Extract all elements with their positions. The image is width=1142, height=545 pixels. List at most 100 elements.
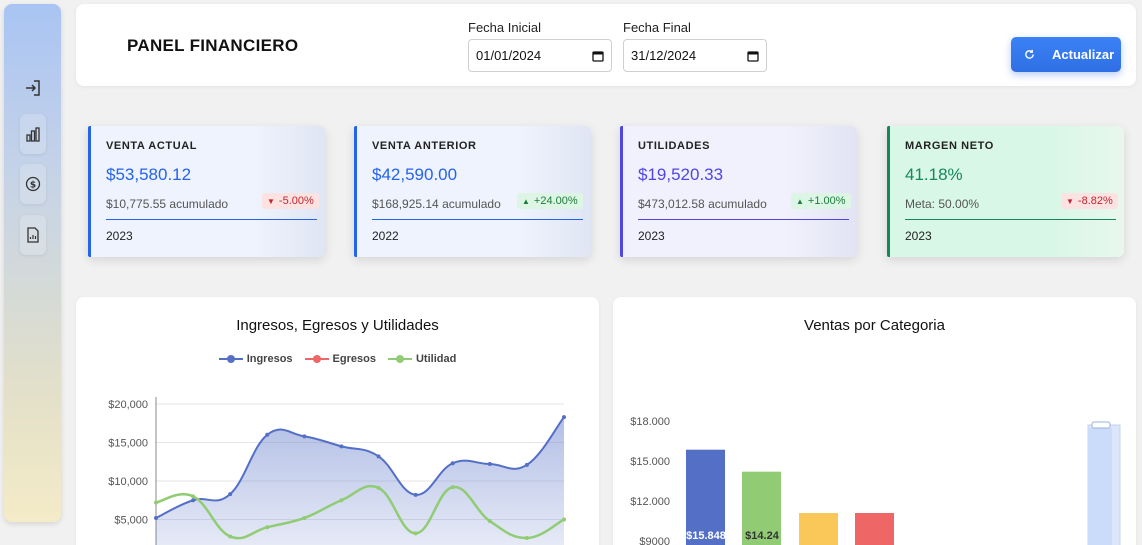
y-tick-label: $5,000 [114,515,148,527]
kpi-divider [106,219,317,220]
kpi-year: 2023 [638,229,665,243]
data-point-ingresos[interactable] [376,454,381,459]
kpi-divider [638,219,849,220]
kpi-value: $42,590.00 [372,165,458,184]
start-date-value: 01/01/2024 [476,48,542,63]
zoom-slider-fill [1088,428,1112,545]
data-point-ingresos[interactable] [154,515,158,520]
data-point-utilidad[interactable] [487,519,492,524]
sidebar-item-login[interactable] [20,68,46,108]
bar[interactable] [799,513,838,545]
kpi-title: VENTA ACTUAL [106,140,198,152]
data-point-ingresos[interactable] [265,432,270,437]
data-point-utilidad[interactable] [302,515,307,520]
y-tick-label: $12.000 [630,496,670,508]
kpi-badge-value: -5.00% [278,195,314,207]
kpi-title: UTILIDADES [638,140,710,152]
sidebar-item-finance[interactable]: $ [20,164,46,204]
login-icon [26,80,40,96]
zoom-handle[interactable] [1091,421,1111,429]
kpi-badge: ▲ +24.00% [517,193,583,209]
data-point-utilidad[interactable] [154,500,158,505]
bar-chart-icon [26,127,40,142]
kpi-badge-value: -8.82% [1077,195,1113,207]
data-point-ingresos[interactable] [413,492,418,497]
y-tick-label: $15,000 [108,438,148,450]
kpi-subtext: $168,925.14 acumulado [372,197,501,211]
dollar-icon: $ [25,176,41,192]
triangle-down-icon: ▼ [1066,196,1074,206]
start-date-input[interactable]: 01/01/2024 [468,39,612,72]
triangle-up-icon: ▲ [796,196,804,206]
kpi-title: MARGEN NETO [905,140,994,152]
triangle-down-icon: ▼ [267,196,275,206]
data-point-utilidad[interactable] [228,534,233,539]
bar-data-label: $15.848 [686,530,726,542]
kpi-badge-value: +24.00% [533,195,578,207]
report-icon [27,227,39,243]
y-tick-label: $20,000 [108,399,148,411]
svg-text:$: $ [30,181,36,191]
kpi-card-venta-actual: VENTA ACTUAL $53,580.12 $10,775.55 acumu… [88,126,325,257]
sidebar-item-reports[interactable] [20,215,46,255]
data-point-utilidad[interactable] [191,494,196,499]
y-tick-label: $15.000 [630,456,670,468]
data-point-ingresos[interactable] [302,434,307,439]
kpi-divider [372,219,583,220]
kpi-card-venta-anterior: VENTA ANTERIOR $42,590.00 $168,925.14 ac… [354,126,591,257]
kpi-badge: ▼ -8.82% [1061,193,1118,209]
kpi-badge: ▲ +1.00% [791,193,851,209]
kpi-subtext: Meta: 50.00% [905,197,980,211]
refresh-icon [1025,49,1034,59]
data-point-utilidad[interactable] [339,498,344,503]
kpi-year: 2022 [372,229,399,243]
kpi-card-margen-neto: MARGEN NETO 41.18% Meta: 50.00% ▼ -8.82%… [887,126,1124,257]
data-point-ingresos[interactable] [450,461,455,466]
sidebar-item-charts[interactable] [20,114,46,154]
bar-data-label: $14.24 [745,530,780,542]
calendar-icon[interactable] [592,50,604,62]
kpi-badge-value: +1.00% [807,195,846,207]
kpi-value: $53,580.12 [106,165,192,184]
refresh-button-label: Actualizar [1052,47,1115,62]
line-chart-panel: Ingresos, Egresos y Utilidades Ingresos … [76,297,599,545]
refresh-button[interactable]: Actualizar [1011,37,1121,72]
data-point-ingresos[interactable] [524,462,529,467]
calendar-icon[interactable] [747,50,759,62]
page-title: PANEL FINANCIERO [127,36,299,55]
sidebar: $ [4,4,61,522]
data-point-utilidad[interactable] [450,485,455,490]
data-point-utilidad[interactable] [562,517,566,522]
bar-chart: $18.000 $15.000 $12.000 $9000 $15.848 $14.24 [630,416,1121,545]
line-chart: $20,000 $15,000 $10,000 $5,000 [108,397,566,545]
data-point-utilidad[interactable] [376,485,381,490]
data-point-utilidad[interactable] [265,525,270,530]
data-point-ingresos[interactable] [339,444,344,449]
kpi-card-utilidades: UTILIDADES $19,520.33 $473,012.58 acumul… [620,126,857,257]
y-tick-label: $18.000 [630,416,670,428]
kpi-title: VENTA ANTERIOR [372,140,477,152]
data-point-utilidad[interactable] [524,535,529,540]
kpi-year: 2023 [106,229,133,243]
bar[interactable] [855,513,894,545]
kpi-divider [905,219,1116,220]
data-point-utilidad[interactable] [413,531,418,536]
data-point-ingresos[interactable] [191,498,196,503]
y-tick-label: $10,000 [108,476,148,488]
kpi-value: $19,520.33 [638,165,724,184]
data-point-ingresos[interactable] [228,492,233,497]
kpi-year: 2023 [905,229,932,243]
kpi-subtext: $473,012.58 acumulado [638,197,767,211]
data-point-ingresos[interactable] [562,415,566,420]
kpi-badge: ▼ -5.00% [262,193,319,209]
end-date-input[interactable]: 31/12/2024 [623,39,767,72]
header: PANEL FINANCIERO Fecha Inicial 01/01/202… [76,4,1136,86]
kpi-value: 41.18% [905,165,963,184]
triangle-up-icon: ▲ [522,196,530,206]
bar-chart-panel: Ventas por Categoria $18.000 $15.000 $12.0… [613,297,1136,545]
data-point-ingresos[interactable] [487,462,492,467]
end-date-label: Fecha Final [623,20,691,35]
y-tick-label: $9000 [639,536,670,545]
kpi-subtext: $10,775.55 acumulado [106,197,229,211]
start-date-label: Fecha Inicial [468,20,541,35]
